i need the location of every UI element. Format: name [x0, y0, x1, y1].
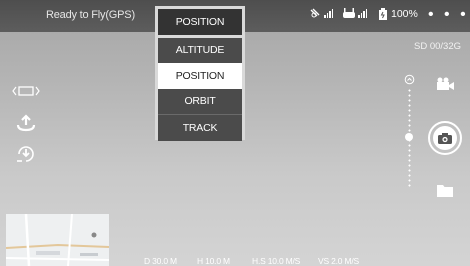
- return-home-icon[interactable]: [16, 144, 36, 169]
- flight-mode-dropdown[interactable]: POSITION ALTITUDE POSITION ORBIT TRACK: [155, 6, 245, 141]
- telemetry-horizontal-speed: H.S 10.0 M/S: [252, 256, 301, 266]
- folder-icon[interactable]: [437, 183, 453, 202]
- remote-signal-icon: [343, 8, 355, 18]
- sd-storage: SD 00/32G: [414, 41, 461, 52]
- mini-map[interactable]: [6, 214, 109, 266]
- gps-signal-bars: [324, 9, 333, 18]
- shutter-button[interactable]: [428, 121, 462, 155]
- gps-signal-icon: [310, 8, 320, 18]
- camera-icon: [438, 132, 452, 144]
- expand-icon[interactable]: [12, 84, 40, 103]
- telemetry-vertical-speed: VS 2.0 M/S: [318, 256, 359, 266]
- mode-option-position[interactable]: POSITION: [158, 63, 242, 89]
- remote-signal: [342, 8, 367, 19]
- telemetry-distance: D 30.0 M: [144, 256, 177, 266]
- remote-signal-bars: [358, 9, 367, 18]
- telemetry-height: H 10.0 M: [197, 256, 230, 266]
- mode-current[interactable]: POSITION: [158, 9, 242, 35]
- battery-status: 100%: [378, 8, 418, 20]
- battery-icon: [379, 8, 387, 20]
- mode-option-track[interactable]: TRACK: [158, 115, 242, 141]
- battery-percent: 100%: [391, 8, 418, 20]
- takeoff-icon[interactable]: [16, 113, 36, 138]
- more-icon[interactable]: • • •: [428, 6, 469, 24]
- gps-signal: [310, 8, 333, 19]
- video-camera-icon[interactable]: [436, 77, 456, 96]
- zoom-slider-handle[interactable]: [405, 133, 413, 141]
- mode-option-altitude[interactable]: ALTITUDE: [158, 37, 242, 63]
- mode-option-orbit[interactable]: ORBIT: [158, 88, 242, 114]
- flight-status[interactable]: Ready to Fly(GPS): [46, 9, 135, 21]
